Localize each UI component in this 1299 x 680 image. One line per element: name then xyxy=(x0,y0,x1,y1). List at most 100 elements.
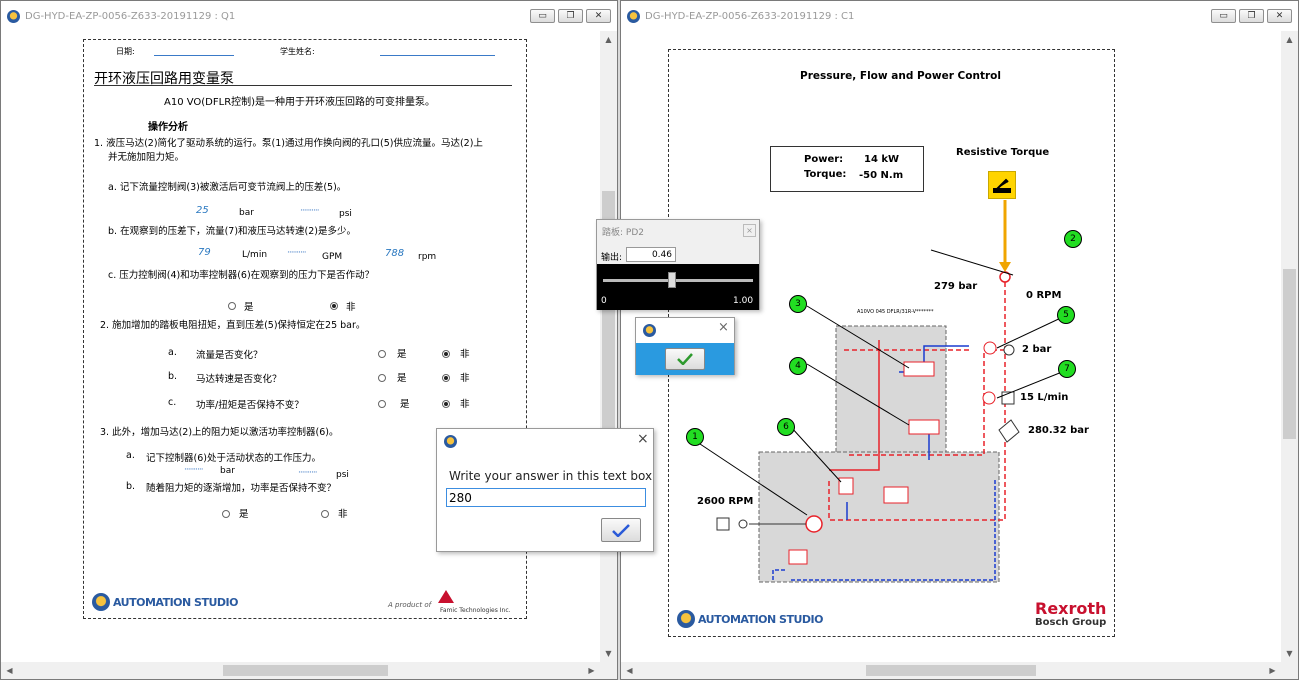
subtitle: A10 VO(DFLR控制)是一种用于开环液压回路的可变排量泵。 xyxy=(164,97,436,108)
app-icon xyxy=(643,324,656,337)
q2b-no-radio[interactable] xyxy=(442,374,450,382)
left-horizontal-scrollbar[interactable]: ◀ ▶ xyxy=(1,662,600,679)
q1-text-cont: 并无施加阻力矩。 xyxy=(108,152,185,163)
q2c-no-radio[interactable] xyxy=(442,400,450,408)
automation-studio-icon xyxy=(677,610,695,628)
close-icon[interactable]: × xyxy=(718,320,729,335)
q3a-bar-field[interactable]: ·········· xyxy=(184,465,204,475)
date-label: 日期: xyxy=(116,47,135,56)
q1c-no-radio[interactable] xyxy=(330,302,338,310)
rpm-2600-label: 2600 RPM xyxy=(697,496,754,507)
scroll-up-icon[interactable]: ▲ xyxy=(600,31,617,48)
q2b-letter: b. xyxy=(168,371,178,382)
callout-2-label: 2 xyxy=(1070,234,1076,244)
confirm-panel xyxy=(636,343,734,375)
scroll-down-icon[interactable]: ▼ xyxy=(1281,645,1298,662)
rexroth-logo: Rexroth xyxy=(1035,599,1107,618)
minimize-button[interactable]: ▭ xyxy=(530,9,555,23)
right-title-bar[interactable]: DG-HYD-EA-ZP-0056-Z633-20191129 : C1 ▭ ❐… xyxy=(621,1,1298,31)
q3a-text: 记下控制器(6)处于活动状态的工作压力。 xyxy=(146,453,321,464)
scroll-right-icon[interactable]: ▶ xyxy=(583,662,600,679)
callout-5[interactable]: 5 xyxy=(1057,306,1075,324)
slider-handle[interactable] xyxy=(668,272,676,288)
q2b-yes-label: 是 xyxy=(397,373,407,384)
callout-5-label: 5 xyxy=(1063,310,1069,320)
pedal-dialog: 踏板: PD2 × 输出: 0 1.00 xyxy=(596,219,760,310)
logo-text: AUTOMATION STUDIO xyxy=(698,612,823,626)
q1a-answer[interactable]: 25 xyxy=(196,205,209,216)
app-icon xyxy=(444,435,457,448)
minimize-button[interactable]: ▭ xyxy=(1211,9,1236,23)
callout-3-label: 3 xyxy=(795,299,801,309)
q3b-no-radio[interactable] xyxy=(321,510,329,518)
scroll-down-icon[interactable]: ▼ xyxy=(600,645,617,662)
pressure-279-label: 279 bar xyxy=(934,281,978,292)
answer-dialog: × Write your answer in this text box xyxy=(436,428,654,552)
restore-button[interactable]: ❐ xyxy=(558,9,583,23)
bosch-group-label: Bosch Group xyxy=(1035,617,1107,628)
q1b-flow-answer[interactable]: 79 xyxy=(198,247,211,258)
h-scroll-thumb[interactable] xyxy=(866,665,1036,676)
date-field[interactable] xyxy=(154,55,234,56)
q2c-yes-radio[interactable] xyxy=(378,400,386,408)
q1b-unit-gpm: GPM xyxy=(322,252,343,262)
left-window: DG-HYD-EA-ZP-0056-Z633-20191129 : Q1 ▭ ❐… xyxy=(0,0,618,680)
q1c-yes-radio[interactable] xyxy=(228,302,236,310)
q3-text: 3. 此外，增加马达(2)上的阻力矩以激活功率控制器(6)。 xyxy=(100,427,339,438)
callout-1[interactable]: 1 xyxy=(686,428,704,446)
q1a-psi-field[interactable]: ·········· xyxy=(300,206,320,216)
q2c-text: 功率/扭矩是否保持不变？ xyxy=(196,400,304,411)
scroll-left-icon[interactable]: ◀ xyxy=(621,662,638,679)
q1a-unit-psi: psi xyxy=(339,209,352,219)
scroll-up-icon[interactable]: ▲ xyxy=(1281,31,1298,48)
q3a-psi-field[interactable]: ·········· xyxy=(298,468,318,478)
circuit-document: Pressure, Flow and Power Control Power: … xyxy=(668,49,1115,637)
slider-track[interactable] xyxy=(603,279,753,282)
automation-studio-logo: AUTOMATION STUDIO xyxy=(677,610,823,628)
restore-button[interactable]: ❐ xyxy=(1239,9,1264,23)
answer-close-button[interactable]: × xyxy=(637,431,649,447)
right-vertical-scrollbar[interactable]: ▲ ▼ xyxy=(1281,31,1298,662)
pedal-dialog-title: 踏板: PD2 xyxy=(602,228,644,238)
scroll-right-icon[interactable]: ▶ xyxy=(1264,662,1281,679)
confirm-ok-button[interactable] xyxy=(665,348,705,370)
app-icon xyxy=(5,8,21,24)
callout-4[interactable]: 4 xyxy=(789,357,807,375)
q3a-unit-psi: psi xyxy=(336,470,349,480)
q2c-yes-label: 是 xyxy=(400,399,410,410)
q2a-text: 流量是否变化？ xyxy=(196,350,263,361)
output-value-field[interactable] xyxy=(626,247,676,262)
left-vertical-scrollbar[interactable]: ▲ ▼ xyxy=(600,31,617,662)
q2b-yes-radio[interactable] xyxy=(378,374,386,382)
pedal-close-button[interactable]: × xyxy=(743,224,756,237)
answer-input[interactable] xyxy=(446,488,646,507)
q1b-speed-answer[interactable]: 788 xyxy=(385,248,404,259)
pressure-2-label: 2 bar xyxy=(1022,344,1052,355)
q2a-yes-radio[interactable] xyxy=(378,350,386,358)
callout-2[interactable]: 2 xyxy=(1064,230,1082,248)
left-window-title: DG-HYD-EA-ZP-0056-Z633-20191129 : Q1 xyxy=(25,10,236,22)
q3b-letter: b. xyxy=(126,481,136,492)
callout-6[interactable]: 6 xyxy=(777,418,795,436)
automation-studio-icon xyxy=(92,593,110,611)
pedal-slider[interactable]: 0 1.00 xyxy=(597,264,759,310)
close-button[interactable]: ✕ xyxy=(586,9,611,23)
output-label: 输出: xyxy=(601,253,623,263)
q3b-yes-label: 是 xyxy=(239,509,249,520)
h-scroll-thumb[interactable] xyxy=(223,665,388,676)
scroll-thumb[interactable] xyxy=(1283,269,1296,439)
scroll-corner xyxy=(1281,662,1298,679)
student-field[interactable] xyxy=(380,55,495,56)
callout-3[interactable]: 3 xyxy=(789,295,807,313)
q1b-text: b. 在观察到的压差下，流量(7)和液压马达转速(2)是多少。 xyxy=(108,226,356,237)
callout-7[interactable]: 7 xyxy=(1058,360,1076,378)
q1b-gpm-field[interactable]: ·········· xyxy=(287,248,307,258)
scroll-left-icon[interactable]: ◀ xyxy=(1,662,18,679)
left-title-bar[interactable]: DG-HYD-EA-ZP-0056-Z633-20191129 : Q1 ▭ ❐… xyxy=(1,1,617,31)
close-button[interactable]: ✕ xyxy=(1267,9,1292,23)
q3b-yes-radio[interactable] xyxy=(222,510,230,518)
q1b-unit-rpm: rpm xyxy=(418,252,437,262)
q2a-no-radio[interactable] xyxy=(442,350,450,358)
right-horizontal-scrollbar[interactable]: ◀ ▶ xyxy=(621,662,1281,679)
answer-submit-button[interactable] xyxy=(601,518,641,542)
